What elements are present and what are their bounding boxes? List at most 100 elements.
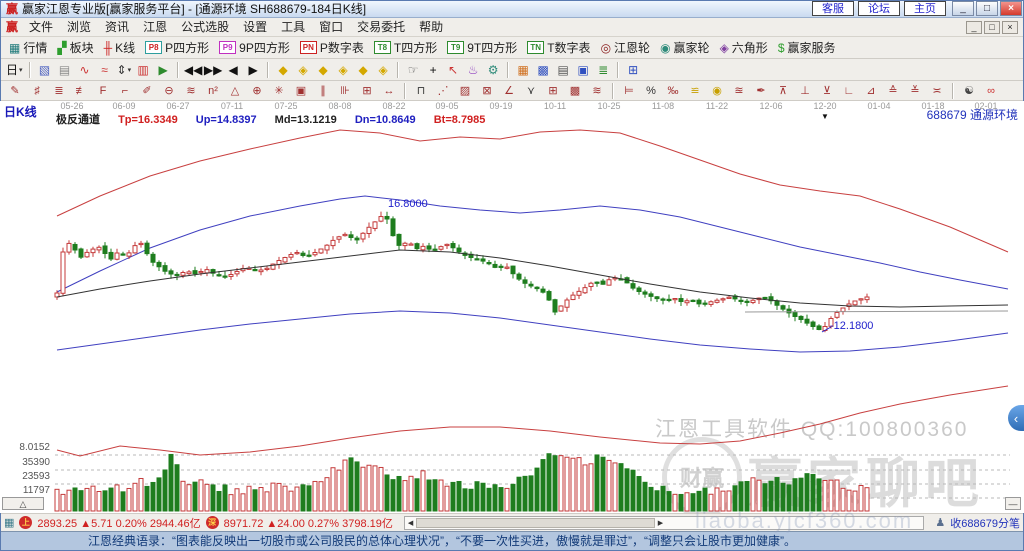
- draw-tool-15-button[interactable]: ∥: [312, 83, 334, 99]
- draw-tool-6-button[interactable]: ⌐: [114, 83, 136, 99]
- 9t-square-button[interactable]: T9 9T四方形: [442, 38, 522, 57]
- kline-canvas[interactable]: [0, 101, 1024, 513]
- wave-zigzag-button[interactable]: ≈: [95, 61, 115, 79]
- analysis-tool-11-button[interactable]: ∟: [838, 83, 860, 99]
- draw-tool-10-button[interactable]: n²: [202, 83, 224, 99]
- draw-tool-17-button[interactable]: ⊞: [356, 83, 378, 99]
- draw-tool-1-button[interactable]: ✎: [4, 83, 26, 99]
- maximize-button[interactable]: □: [976, 1, 998, 16]
- crosshair-tool-button[interactable]: +: [423, 61, 443, 79]
- draw-tool-3-button[interactable]: ≣: [48, 83, 70, 99]
- t-digit-table-button[interactable]: TN T数字表: [522, 38, 595, 57]
- sse-index-quote[interactable]: 2893.25 ▲5.71 0.20% 2944.46亿: [37, 515, 200, 531]
- analysis-tool-7-button[interactable]: ✒: [750, 83, 772, 99]
- menu-item-help[interactable]: 帮助: [412, 20, 450, 34]
- notepad-button[interactable]: ▤: [553, 61, 573, 79]
- kline-button[interactable]: ╫ K线: [99, 38, 141, 57]
- draw-tool-8-button[interactable]: ⊖: [158, 83, 180, 99]
- draw-play-button[interactable]: ▶: [153, 61, 173, 79]
- step-prev-button[interactable]: ◀: [223, 61, 243, 79]
- draw-tool-16-button[interactable]: ⊪: [334, 83, 356, 99]
- szse-index-quote[interactable]: 8971.72 ▲24.00 0.27% 3798.19亿: [224, 515, 393, 531]
- analysis-tool-5-button[interactable]: ◉: [706, 83, 728, 99]
- analysis-tool-3-button[interactable]: ‰: [662, 83, 684, 99]
- calendar-button[interactable]: ▦: [513, 61, 533, 79]
- network-button[interactable]: ≣: [593, 61, 613, 79]
- t-square-button[interactable]: T8 T四方形: [369, 38, 442, 57]
- mark-tool-button[interactable]: ♨: [463, 61, 483, 79]
- skip-first-button[interactable]: ◀◀: [183, 61, 203, 79]
- gann-tool-8-button[interactable]: ▩: [564, 83, 586, 99]
- analysis-tool-4-button[interactable]: ≌: [684, 83, 706, 99]
- infinity-tool-button[interactable]: ∞: [980, 83, 1002, 99]
- menu-item-news[interactable]: 资讯: [98, 20, 136, 34]
- 9p-square-button[interactable]: P9 9P四方形: [214, 38, 295, 57]
- trend-zigzag-button[interactable]: ∿: [75, 61, 95, 79]
- pane-expand-button[interactable]: △: [2, 497, 44, 510]
- draw-tool-13-button[interactable]: ✳: [268, 83, 290, 99]
- draw-tool-2-button[interactable]: ♯: [26, 83, 48, 99]
- gann-tool-5-button[interactable]: ∠: [498, 83, 520, 99]
- yinyang-tool-button[interactable]: ☯: [958, 83, 980, 99]
- chart-layout-button[interactable]: ▧: [35, 61, 55, 79]
- step-next-button[interactable]: ▶: [243, 61, 263, 79]
- analysis-tool-15-button[interactable]: ≍: [926, 83, 948, 99]
- analysis-tool-10-button[interactable]: ⊻: [816, 83, 838, 99]
- quotes-button[interactable]: ▦ 行情: [4, 38, 52, 57]
- child-close-button[interactable]: ×: [1002, 20, 1018, 34]
- sectors-button[interactable]: ▞ 板块: [52, 38, 98, 57]
- titlebar-button-home[interactable]: 主页: [904, 1, 946, 16]
- p-square-button[interactable]: P8 P四方形: [140, 38, 214, 57]
- analysis-tool-2-button[interactable]: %: [640, 83, 662, 99]
- menu-item-formula-picker[interactable]: 公式选股: [174, 20, 236, 34]
- menu-item-gann[interactable]: 江恩: [136, 20, 174, 34]
- child-minimize-button[interactable]: _: [966, 20, 982, 34]
- winner-wheel-button[interactable]: ◉ 赢家轮: [655, 38, 715, 57]
- diamond-tool-3-button[interactable]: ◆: [313, 61, 333, 79]
- draw-tool-12-button[interactable]: ⊕: [246, 83, 268, 99]
- gann-tool-3-button[interactable]: ▨: [454, 83, 476, 99]
- analysis-tool-6-button[interactable]: ≊: [728, 83, 750, 99]
- winner-service-button[interactable]: $ 赢家服务: [773, 38, 841, 57]
- horizontal-scrollbar[interactable]: ◀ ▶: [403, 515, 925, 530]
- cursor-tool-button[interactable]: ↖: [443, 61, 463, 79]
- titlebar-button-service[interactable]: 客服: [812, 1, 854, 16]
- clipboard-button[interactable]: ▤: [55, 61, 75, 79]
- menu-item-settings[interactable]: 设置: [236, 20, 274, 34]
- gann-wheel-button[interactable]: ◎ 江恩轮: [596, 38, 656, 57]
- scroll-left-arrow[interactable]: ◀: [405, 517, 416, 529]
- close-button[interactable]: ×: [1000, 1, 1022, 16]
- draw-tool-14-button[interactable]: ▣: [290, 83, 312, 99]
- period-day-button[interactable]: 日 ▾: [4, 61, 25, 79]
- skip-last-button[interactable]: ▶▶: [203, 61, 223, 79]
- diamond-tool-4-button[interactable]: ◈: [333, 61, 353, 79]
- chart-area[interactable]: 财赢 江恩工具软件 QQ:100800360 赢家聊吧 05-2606-0906…: [0, 101, 1024, 513]
- scrollbar-thumb[interactable]: [416, 517, 655, 528]
- draw-tool-18-button[interactable]: ↔: [378, 83, 400, 99]
- draw-tool-4-button[interactable]: ≢: [70, 83, 92, 99]
- draw-tool-11-button[interactable]: △: [224, 83, 246, 99]
- p-digit-table-button[interactable]: PN P数字表: [295, 38, 369, 57]
- analysis-tool-13-button[interactable]: ≙: [882, 83, 904, 99]
- analysis-tool-1-button[interactable]: ⊨: [618, 83, 640, 99]
- draw-tool-5-button[interactable]: F: [92, 83, 114, 99]
- kline-box-button[interactable]: ▥: [133, 61, 153, 79]
- child-restore-button[interactable]: □: [984, 20, 1000, 34]
- menu-item-browse[interactable]: 浏览: [60, 20, 98, 34]
- save-button[interactable]: ▣: [573, 61, 593, 79]
- analysis-tool-14-button[interactable]: ≚: [904, 83, 926, 99]
- candle-style-button[interactable]: ⇕ ▾: [115, 61, 134, 79]
- grid-icon[interactable]: ▦: [4, 516, 14, 529]
- gann-tool-4-button[interactable]: ⊠: [476, 83, 498, 99]
- pane-collapse-button[interactable]: —: [1005, 497, 1021, 510]
- draw-tool-9-button[interactable]: ≋: [180, 83, 202, 99]
- hand-tool-button[interactable]: ☞: [403, 61, 423, 79]
- gann-tool-6-button[interactable]: ⋎: [520, 83, 542, 99]
- diamond-tool-5-button[interactable]: ◆: [353, 61, 373, 79]
- menu-item-trade[interactable]: 交易委托: [350, 20, 412, 34]
- menu-item-tools[interactable]: 工具: [274, 20, 312, 34]
- gann-tool-9-button[interactable]: ≋: [586, 83, 608, 99]
- draw-tool-7-button[interactable]: ✐: [136, 83, 158, 99]
- diamond-tool-2-button[interactable]: ◈: [293, 61, 313, 79]
- gear-tool-button[interactable]: ⚙: [483, 61, 503, 79]
